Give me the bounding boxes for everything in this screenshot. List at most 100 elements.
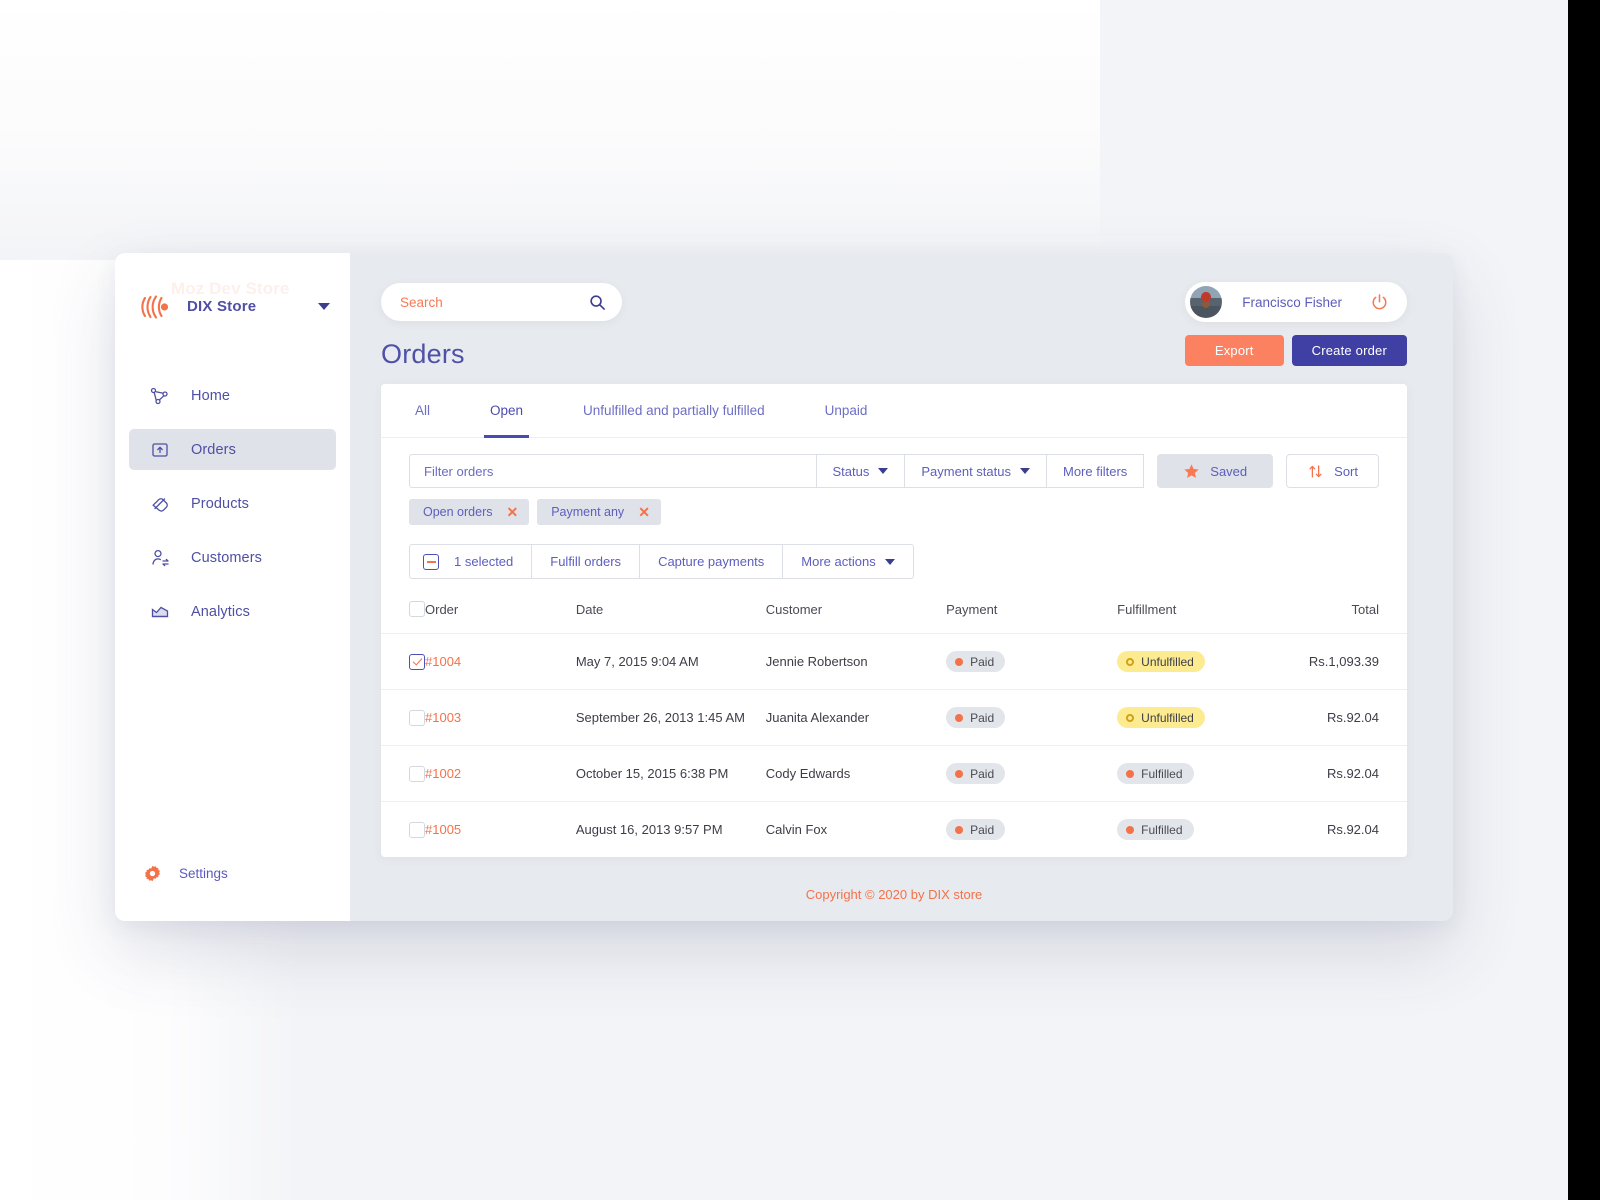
filter-orders-field[interactable] bbox=[409, 454, 817, 488]
sidebar: Moz Dev Store DIX Store Home Orders Prod… bbox=[115, 253, 350, 921]
row-checkbox[interactable] bbox=[409, 765, 425, 782]
row-fulfillment-cell: Fulfilled bbox=[1117, 802, 1309, 858]
close-icon[interactable]: ✕ bbox=[638, 505, 650, 519]
search-box[interactable] bbox=[381, 283, 622, 321]
order-link[interactable]: #1002 bbox=[425, 766, 461, 781]
search-input[interactable] bbox=[400, 294, 589, 310]
sidebar-item-label: Analytics bbox=[191, 603, 250, 620]
more-actions-label: More actions bbox=[801, 554, 876, 569]
user-menu[interactable]: Francisco Fisher bbox=[1185, 282, 1407, 322]
row-date: August 16, 2013 9:57 PM bbox=[575, 822, 723, 837]
tab-all[interactable]: All bbox=[409, 384, 436, 438]
row-checkbox[interactable] bbox=[409, 709, 425, 726]
header-order: Order bbox=[425, 591, 576, 634]
row-date: September 26, 2013 1:45 AM bbox=[575, 689, 766, 746]
chevron-down-icon[interactable] bbox=[318, 303, 330, 310]
more-filters-label: More filters bbox=[1062, 463, 1128, 479]
tab-unpaid[interactable]: Unpaid bbox=[819, 384, 874, 438]
row-order-cell: #1005 bbox=[425, 802, 576, 858]
table-row[interactable]: #1003 September 26, 2013 1:45 AM Juanita… bbox=[381, 689, 1407, 746]
select-all-checkbox[interactable] bbox=[423, 553, 439, 570]
row-total: Rs.92.04 bbox=[1308, 745, 1407, 802]
payment-status-label: Paid bbox=[970, 766, 995, 781]
selection-count-label: 1 selected bbox=[454, 554, 514, 569]
sort-button[interactable]: Sort bbox=[1286, 454, 1379, 488]
fulfillment-status-badge: Fulfilled bbox=[1117, 819, 1194, 840]
filter-area: Status Payment status More filters bbox=[381, 438, 1407, 525]
payment-status-filter-button[interactable]: Payment status bbox=[905, 454, 1047, 488]
export-button[interactable]: Export bbox=[1184, 335, 1284, 366]
payment-status-label: Paid bbox=[970, 822, 995, 837]
fulfillment-status-badge: Unfulfilled bbox=[1117, 707, 1205, 728]
sidebar-item-home[interactable]: Home bbox=[129, 375, 336, 416]
filter-chip-payment-any[interactable]: Payment any ✕ bbox=[537, 499, 661, 525]
chart-area-icon bbox=[149, 601, 171, 623]
chevron-down-icon bbox=[884, 558, 895, 565]
fulfillment-status-badge: Fulfilled bbox=[1117, 763, 1194, 784]
sidebar-item-customers[interactable]: Customers bbox=[129, 537, 336, 578]
network-nodes-icon bbox=[149, 385, 171, 407]
sidebar-item-products[interactable]: Products bbox=[129, 483, 336, 524]
sidebar-item-label: Customers bbox=[191, 549, 262, 566]
top-bar: Francisco Fisher bbox=[381, 253, 1407, 325]
header-payment: Payment bbox=[946, 591, 1118, 634]
payment-status-badge: Paid bbox=[946, 763, 1006, 784]
saved-filters-label: Saved bbox=[1210, 463, 1248, 479]
sidebar-item-label: Home bbox=[191, 387, 231, 404]
filter-chip-open-orders[interactable]: Open orders ✕ bbox=[409, 499, 530, 525]
sort-label: Sort bbox=[1334, 463, 1358, 479]
order-link[interactable]: #1005 bbox=[425, 822, 461, 837]
chevron-down-icon bbox=[1019, 468, 1030, 474]
payment-status-badge: Paid bbox=[946, 707, 1006, 728]
row-date: October 15, 2015 6:38 PM bbox=[575, 745, 766, 802]
sidebar-item-orders[interactable]: Orders bbox=[129, 429, 336, 470]
status-dot-icon bbox=[1126, 825, 1135, 834]
row-date: May 7, 2015 9:04 AM bbox=[575, 633, 766, 690]
order-link[interactable]: #1003 bbox=[425, 710, 461, 725]
page-actions: Export Create order bbox=[1184, 335, 1407, 370]
table-row[interactable]: #1005 August 16, 2013 9:57 PM Calvin Fox… bbox=[381, 802, 1407, 858]
header-select bbox=[381, 591, 425, 634]
filter-orders-input[interactable] bbox=[424, 463, 816, 479]
row-payment-cell: Paid bbox=[946, 689, 1118, 746]
tab-open[interactable]: Open bbox=[484, 384, 530, 438]
sidebar-item-settings[interactable]: Settings bbox=[115, 864, 350, 921]
row-checkbox[interactable] bbox=[409, 653, 425, 670]
payment-status-filter-label: Payment status bbox=[921, 463, 1011, 479]
order-link[interactable]: #1004 bbox=[425, 654, 461, 669]
row-fulfillment-cell: Fulfilled bbox=[1117, 745, 1309, 802]
status-dot-icon bbox=[1126, 769, 1135, 778]
more-filters-button[interactable]: More filters bbox=[1046, 454, 1145, 488]
status-dot-icon bbox=[955, 769, 964, 778]
payment-status-badge: Paid bbox=[946, 651, 1006, 672]
status-filter-button[interactable]: Status bbox=[816, 454, 906, 488]
close-icon[interactable]: ✕ bbox=[506, 505, 518, 519]
capture-payments-button[interactable]: Capture payments bbox=[640, 544, 784, 579]
brand-switcher[interactable]: Moz Dev Store DIX Store bbox=[115, 253, 350, 335]
fulfill-orders-button[interactable]: Fulfill orders bbox=[532, 544, 641, 579]
search-icon[interactable] bbox=[589, 294, 606, 311]
row-checkbox[interactable] bbox=[409, 821, 425, 838]
sidebar-item-label: Products bbox=[191, 495, 250, 512]
header-date: Date bbox=[575, 591, 766, 634]
orders-table-body: #1004 May 7, 2015 9:04 AM Jennie Roberts… bbox=[381, 633, 1407, 858]
power-icon[interactable] bbox=[1370, 293, 1389, 312]
table-row[interactable]: #1002 October 15, 2015 6:38 PM Cody Edwa… bbox=[381, 745, 1407, 802]
table-row[interactable]: #1004 May 7, 2015 9:04 AM Jennie Roberts… bbox=[381, 633, 1407, 690]
filter-chip-label: Payment any bbox=[551, 505, 625, 519]
brand-name: DIX Store bbox=[187, 298, 257, 315]
orders-table-head: Order Date Customer Payment Fulfillment … bbox=[381, 591, 1407, 634]
row-total: Rs.92.04 bbox=[1326, 822, 1379, 837]
sidebar-item-analytics[interactable]: Analytics bbox=[129, 591, 336, 632]
page-header: Orders Export Create order bbox=[381, 335, 1407, 370]
table-header-row: Order Date Customer Payment Fulfillment … bbox=[381, 591, 1407, 634]
tab-unfulfilled-partially-fulfilled[interactable]: Unfulfilled and partially fulfilled bbox=[577, 384, 771, 438]
saved-filters-button[interactable]: Saved bbox=[1157, 454, 1274, 488]
select-all-header-checkbox[interactable] bbox=[409, 601, 425, 617]
tag-icon bbox=[149, 493, 171, 515]
row-payment-cell: Paid bbox=[946, 802, 1117, 858]
more-actions-button[interactable]: More actions bbox=[783, 544, 914, 579]
orders-table: Order Date Customer Payment Fulfillment … bbox=[381, 591, 1407, 857]
selection-count-cell[interactable]: 1 selected bbox=[409, 544, 533, 579]
create-order-button[interactable]: Create order bbox=[1291, 335, 1407, 366]
